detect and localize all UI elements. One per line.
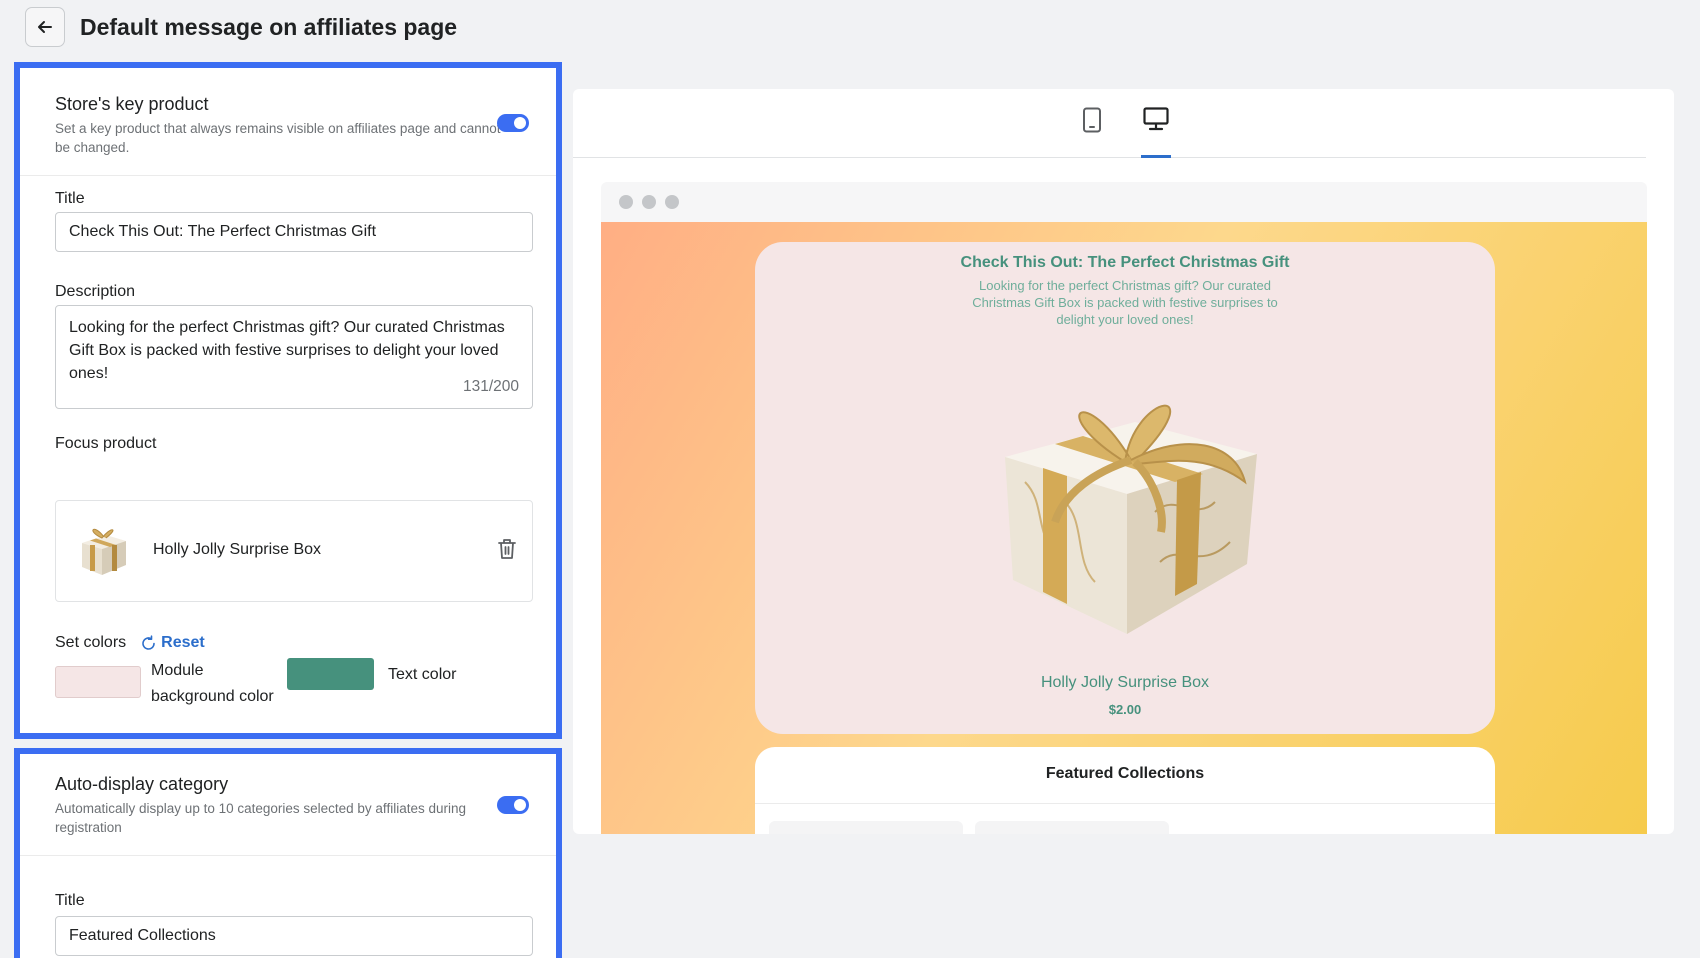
promo-title: Check This Out: The Perfect Christmas Gi… xyxy=(960,254,1290,271)
gift-box-image xyxy=(1005,404,1257,634)
featured-collections-module: Featured Collections xyxy=(755,747,1495,834)
promo-product-name: Holly Jolly Surprise Box xyxy=(1040,674,1210,691)
key-product-header: Store's key product Set a key product th… xyxy=(20,68,556,176)
auto-display-title-value: Featured Collections xyxy=(69,927,216,944)
set-colors-row: Set colors Reset xyxy=(55,634,205,652)
key-product-toggle[interactable] xyxy=(497,114,529,132)
auto-display-title-input[interactable]: Featured Collections xyxy=(55,916,533,956)
page-title: Default message on affiliates page xyxy=(80,13,458,40)
title-input-value: Check This Out: The Perfect Christmas Gi… xyxy=(69,223,377,240)
set-colors-label: Set colors xyxy=(55,634,127,651)
promo-description: Looking for the perfect Christmas gift? … xyxy=(972,278,1278,327)
window-dot xyxy=(665,195,679,209)
browser-frame: Check This Out: The Perfect Christmas Gi… xyxy=(601,182,1647,834)
description-textarea[interactable]: Looking for the perfect Christmas gift? … xyxy=(55,305,533,409)
arrow-left-icon xyxy=(38,21,52,33)
key-product-title: Store's key product xyxy=(55,94,209,114)
text-color-swatch[interactable] xyxy=(287,658,374,690)
preview-stage: Check This Out: The Perfect Christmas Gi… xyxy=(601,222,1647,834)
collection-placeholder xyxy=(975,821,1169,834)
auto-display-title: Auto-display category xyxy=(55,774,229,794)
collections-title: Featured Collections xyxy=(1045,765,1205,782)
title-input[interactable]: Check This Out: The Perfect Christmas Gi… xyxy=(55,212,533,252)
back-button[interactable] xyxy=(25,7,65,47)
text-color-label: Text color xyxy=(388,666,457,683)
promo-module: Check This Out: The Perfect Christmas Gi… xyxy=(755,242,1495,734)
reset-button[interactable]: Reset xyxy=(140,634,205,652)
window-dot xyxy=(619,195,633,209)
module-bg-color-label: Module background color xyxy=(151,662,274,705)
key-product-card: Store's key product Set a key product th… xyxy=(14,62,562,739)
module-bg-color-swatch[interactable] xyxy=(55,666,141,698)
preview-panel: Check This Out: The Perfect Christmas Gi… xyxy=(573,89,1674,834)
product-thumbnail xyxy=(82,528,126,575)
auto-display-header: Auto-display category Automatically disp… xyxy=(20,754,556,856)
window-dot xyxy=(642,195,656,209)
browser-titlebar xyxy=(601,182,1647,222)
mobile-icon[interactable] xyxy=(1077,107,1107,137)
page-header: Default message on affiliates page xyxy=(25,6,457,48)
focus-product-label: Focus product xyxy=(55,435,157,452)
reset-label: Reset xyxy=(161,634,205,651)
auto-display-title-label: Title xyxy=(55,892,85,909)
product-name: Holly Jolly Surprise Box xyxy=(153,541,322,558)
focus-product-item: Holly Jolly Surprise Box xyxy=(55,500,533,602)
trash-icon[interactable] xyxy=(496,537,518,561)
auto-display-toggle[interactable] xyxy=(497,796,529,814)
promo-price: $2.00 xyxy=(1108,702,1142,717)
refresh-icon xyxy=(142,634,155,650)
description-counter: 131/200 xyxy=(462,378,519,395)
desktop-icon[interactable] xyxy=(1141,107,1171,137)
title-label: Title xyxy=(55,190,85,207)
auto-display-card: Auto-display category Automatically disp… xyxy=(14,748,562,958)
device-switcher xyxy=(573,89,1646,158)
key-product-subtitle: Set a key product that always remains vi… xyxy=(55,121,501,155)
description-label: Description xyxy=(55,283,136,300)
auto-display-subtitle: Automatically display up to 10 categorie… xyxy=(55,801,466,835)
description-value: Looking for the perfect Christmas gift? … xyxy=(69,319,505,382)
selected-device-indicator xyxy=(1141,155,1171,158)
divider xyxy=(755,803,1495,804)
collection-placeholder xyxy=(769,821,963,834)
